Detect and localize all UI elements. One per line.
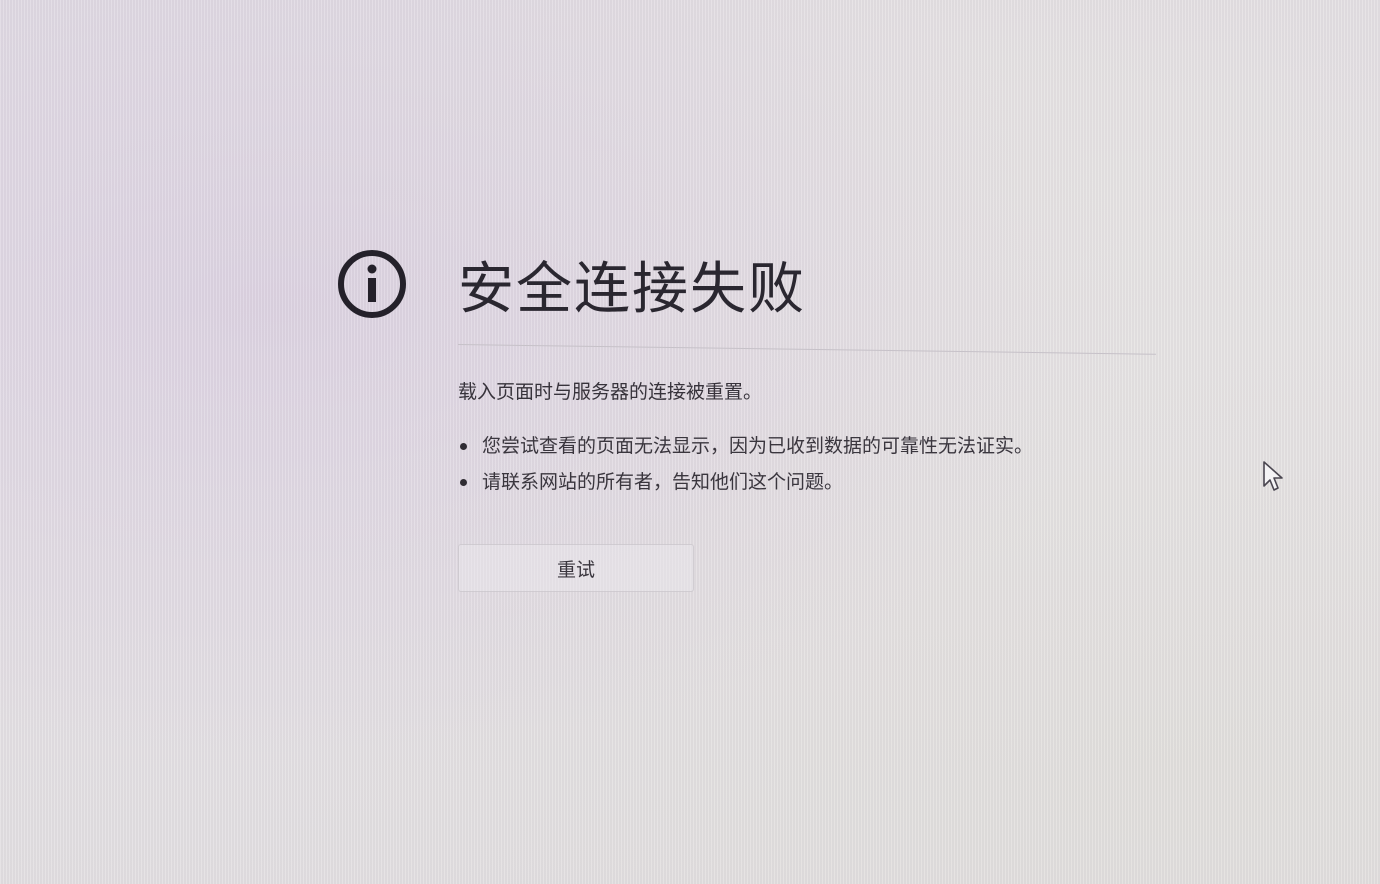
list-item-text: 请联系网站的所有者，告知他们这个问题。 xyxy=(482,471,844,493)
title-divider xyxy=(457,344,1156,355)
list-item: 请联系网站的所有者，告知他们这个问题。 xyxy=(458,468,1033,504)
error-page: 安全连接失败 载入页面时与服务器的连接被重置。 您尝试查看的页面无法显示，因为已… xyxy=(336,238,1166,618)
retry-button[interactable]: 重试 xyxy=(458,544,694,592)
error-message: 载入页面时与服务器的连接被重置。 xyxy=(458,381,763,403)
error-details-list: 您尝试查看的页面无法显示，因为已收到数据的可靠性无法证实。 请联系网站的所有者，… xyxy=(458,432,1033,504)
list-item-text: 您尝试查看的页面无法显示，因为已收到数据的可靠性无法证实。 xyxy=(482,435,1034,457)
bullet-icon xyxy=(460,479,467,486)
bullet-icon xyxy=(460,443,467,450)
page-title: 安全连接失败 xyxy=(458,257,806,322)
info-icon xyxy=(336,248,408,320)
list-item: 您尝试查看的页面无法显示，因为已收到数据的可靠性无法证实。 xyxy=(458,432,1033,468)
mouse-pointer-icon xyxy=(1262,460,1286,494)
